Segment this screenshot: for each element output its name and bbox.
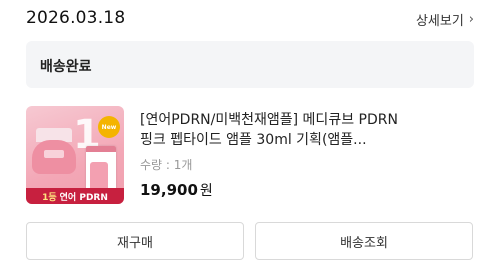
product-name-line1: [연어PDRN/미백천재앰플] 메디큐브 PDRN [140,112,398,128]
price-unit: 원 [199,183,213,199]
order-date: 2026.03.18 [26,8,126,28]
thumbnail-banner: 1등 연어 PDRN [26,188,124,204]
order-detail-link[interactable]: 상세보기 › [416,10,474,29]
new-badge: New [98,116,120,138]
product-quantity: 수량 : 1개 [140,158,193,172]
banner-rank: 1등 [42,192,57,203]
dropper-bulb-shape [92,152,106,162]
rebuy-button[interactable]: 재구매 [26,222,244,260]
order-detail-label: 상세보기 [415,14,464,29]
banner-text: 연어 PDRN [59,192,108,203]
price-value: 19,900 [140,181,198,199]
order-header: 2026.03.18 상세보기 › [26,8,474,32]
product-name[interactable]: [연어PDRN/미백천재앰플] 메디큐브 PDRN 핑크 펩타이드 앰플 30m… [140,110,440,150]
delivery-status: 배송완료 [40,59,92,75]
product-item[interactable]: 1 New 1등 연어 PDRN [연어PDRN/미백천재앰플] 메디큐브 PD… [26,106,474,206]
product-thumbnail[interactable]: 1 New 1등 연어 PDRN [26,106,124,204]
jar-label-shape [44,150,64,158]
chevron-right-icon: › [468,12,474,27]
product-price: 19,900 원 [140,180,213,200]
track-delivery-button[interactable]: 배송조회 [255,222,473,260]
delivery-status-box: 배송완료 [26,41,474,88]
product-name-line2: 핑크 펩타이드 앰플 30ml 기획(앰플... [140,132,367,148]
